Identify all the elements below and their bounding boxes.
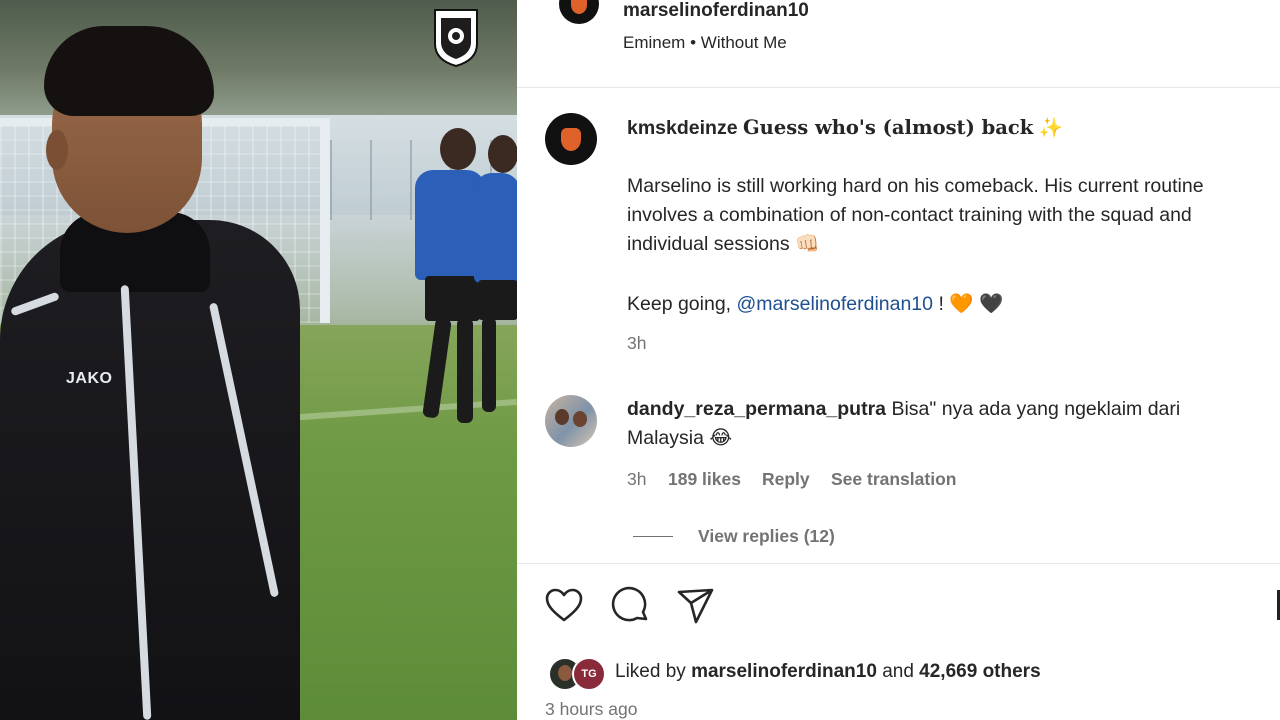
player-ear <box>46 130 68 170</box>
comment-text-line-2: Malaysia <box>627 427 704 449</box>
caption-time[interactable]: 3h <box>627 333 646 354</box>
background-player <box>470 135 517 425</box>
hearts-emoji: 🧡 🖤 <box>949 293 1004 315</box>
replies-line <box>633 536 673 537</box>
caption-paragraph-2-prefix: Keep going, <box>627 293 732 315</box>
comment-likes[interactable]: 189 likes <box>668 469 741 490</box>
laughing-emoji: 😂 <box>709 427 733 449</box>
sparkles-emoji: ✨ <box>1038 117 1063 139</box>
audio-title: Without Me <box>700 33 787 52</box>
see-translation-link[interactable]: See translation <box>831 469 956 490</box>
liked-by-prefix: Liked by <box>615 661 686 682</box>
comment-reply-button[interactable]: Reply <box>762 469 810 490</box>
liked-by-user-link[interactable]: marselinoferdinan10 <box>691 661 877 682</box>
caption-mention-link[interactable]: @marselinoferdinan10 <box>737 293 934 315</box>
post-author-username[interactable]: marselinoferdinan10 <box>623 0 809 22</box>
actions-divider <box>517 563 1280 564</box>
caption-header: kmskdeinze Guess who's (almost) back ✨ <box>627 113 1267 143</box>
commenter-avatar[interactable] <box>545 395 597 447</box>
club-crest-icon <box>434 9 478 68</box>
liker-avatar-2-initials: TG <box>581 668 597 680</box>
liker-avatar-2[interactable]: TG <box>572 657 606 691</box>
audio-separator: • <box>690 33 697 52</box>
caption-paragraph-2-suffix: ! <box>938 293 944 315</box>
heart-icon[interactable] <box>544 586 584 626</box>
comment-username[interactable]: dandy_reza_permana_putra <box>627 398 886 420</box>
comment-text-line-1: Bisa" nya ada yang ngeklaim dari <box>891 398 1181 420</box>
send-icon[interactable] <box>676 586 716 626</box>
comment-time[interactable]: 3h <box>627 469 646 490</box>
comment-icon[interactable] <box>611 586 651 626</box>
caption-paragraph-1: Marselino is still working hard on his c… <box>627 172 1272 259</box>
caption-paragraph-1-text: Marselino is still working hard on his c… <box>627 175 1204 255</box>
audio-track[interactable]: Eminem • Without Me <box>623 33 787 53</box>
post-media[interactable]: JAKO <box>0 0 517 720</box>
caption-username[interactable]: kmskdeinze <box>627 117 738 139</box>
post-timestamp[interactable]: 3 hours ago <box>545 699 637 720</box>
liked-by-and: and <box>882 661 914 682</box>
caption-avatar[interactable] <box>545 113 597 165</box>
author-avatar[interactable] <box>559 0 599 24</box>
jersey-brand-logo: JAKO <box>66 370 113 387</box>
fist-emoji: 👊🏻 <box>795 233 820 255</box>
view-replies-button[interactable]: View replies (12) <box>698 526 835 547</box>
header-divider <box>517 87 1280 88</box>
comment-line-2: Malaysia 😂 <box>627 424 1272 453</box>
comment-line-1: dandy_reza_permana_putra Bisa" nya ada y… <box>627 395 1272 424</box>
caption-headline: Guess who's (almost) back <box>742 116 1034 139</box>
audio-artist: Eminem <box>623 33 686 52</box>
liked-by-others-link[interactable]: 42,669 others <box>919 661 1040 682</box>
liked-by-summary: Liked by marselinoferdinan10 and 42,669 … <box>615 661 1041 683</box>
caption-paragraph-2: Keep going, @marselinoferdinan10 ! 🧡 🖤 <box>627 290 1272 319</box>
